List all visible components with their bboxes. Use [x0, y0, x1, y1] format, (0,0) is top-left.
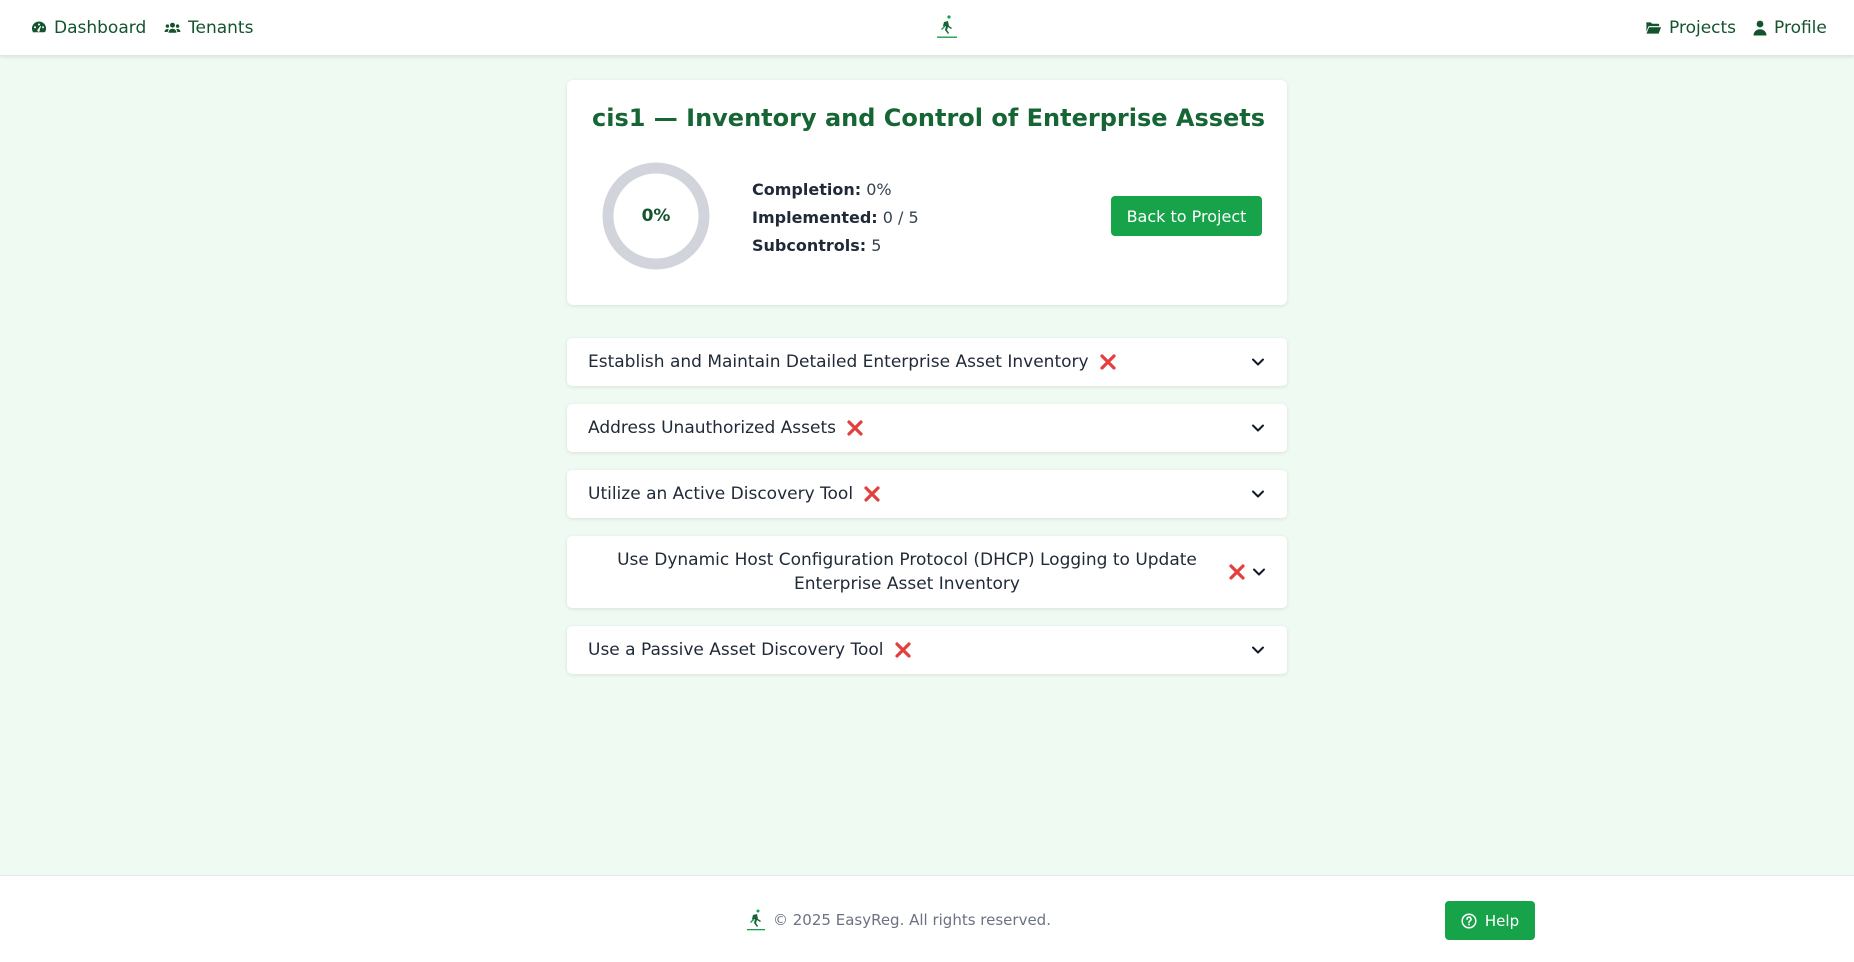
nav-profile-label: Profile [1774, 17, 1827, 38]
user-icon [1753, 20, 1767, 35]
help-label: Help [1484, 911, 1520, 930]
folder-open-icon [1645, 21, 1662, 34]
copyright-text: © 2025 EasyReg. All rights reserved. [773, 911, 1051, 929]
progress-ring-label: 0% [641, 206, 671, 226]
subcontrol-label: Establish and Maintain Detailed Enterpri… [588, 352, 1089, 372]
subcontrol-accordion-item[interactable]: Establish and Maintain Detailed Enterpri… [567, 338, 1287, 386]
help-button[interactable]: Help [1445, 901, 1535, 940]
implemented-stat: Implemented: 0 / 5 [752, 204, 919, 232]
subcontrol-label-row: Establish and Maintain Detailed Enterpri… [588, 338, 1117, 386]
page-title: cis1 — Inventory and Control of Enterpri… [592, 104, 1266, 132]
implemented-key: Implemented: [752, 208, 878, 227]
x-icon [1229, 564, 1245, 580]
chevron-down-icon[interactable] [1252, 565, 1266, 579]
control-stats: Completion: 0% Implemented: 0 / 5 Subcon… [752, 176, 919, 260]
subcontrol-label: Address Unauthorized Assets [588, 418, 836, 438]
x-icon [894, 642, 911, 658]
completion-key: Completion: [752, 180, 862, 199]
dashboard-gauge-icon [31, 20, 47, 32]
subcontrol-label-row: Use a Passive Asset Discovery Tool [588, 626, 912, 674]
subcontrol-label-row: Use Dynamic Host Configuration Protocol … [587, 536, 1227, 608]
x-icon [864, 486, 880, 502]
chevron-down-icon[interactable] [1251, 355, 1265, 369]
subcontrol-accordion-item[interactable]: Use Dynamic Host Configuration Protocol … [567, 536, 1287, 608]
chevron-down-icon[interactable] [1251, 421, 1265, 435]
completion-stat: Completion: 0% [752, 176, 919, 204]
footer: © 2025 EasyReg. All rights reserved. Hel… [0, 875, 1854, 962]
question-circle-icon [1461, 912, 1477, 929]
subcontrol-accordion-item[interactable]: Utilize an Active Discovery Tool [567, 470, 1287, 518]
subcontrol-label: Utilize an Active Discovery Tool [588, 484, 854, 504]
x-icon [1099, 354, 1116, 370]
subcontrol-label: Use a Passive Asset Discovery Tool [588, 640, 884, 660]
back-to-project-button[interactable]: Back to Project [1111, 196, 1262, 236]
implemented-value: 0 / 5 [882, 208, 919, 227]
subcontrol-accordion-item[interactable]: Use a Passive Asset Discovery Tool [567, 626, 1287, 674]
nav-dashboard-link[interactable]: Dashboard [31, 0, 146, 55]
easyreg-logo [747, 909, 765, 931]
nav-projects-link[interactable]: Projects [1645, 0, 1736, 55]
subcontrols-key: Subcontrols: [752, 236, 867, 255]
subcontrol-label: Use Dynamic Host Configuration Protocol … [617, 550, 1197, 594]
control-summary-card: cis1 — Inventory and Control of Enterpri… [567, 80, 1287, 305]
nav-projects-label: Projects [1669, 17, 1737, 38]
users-icon [164, 22, 181, 33]
completion-value: 0% [866, 180, 892, 199]
easyreg-logo[interactable] [935, 14, 959, 40]
subcontrols-value: 5 [871, 236, 882, 255]
chevron-down-icon[interactable] [1251, 487, 1265, 501]
chevron-down-icon[interactable] [1251, 643, 1265, 657]
subcontrol-label-row: Utilize an Active Discovery Tool [588, 470, 881, 518]
subcontrols-stat: Subcontrols: 5 [752, 232, 919, 260]
nav-dashboard-label: Dashboard [54, 17, 147, 38]
subcontrol-accordion-item[interactable]: Address Unauthorized Assets [567, 404, 1287, 452]
nav-tenants-label: Tenants [188, 17, 254, 38]
top-navbar: Dashboard Tenants Projects Profile [0, 0, 1854, 55]
x-icon [847, 420, 863, 436]
nav-profile-link[interactable]: Profile [1753, 0, 1827, 55]
subcontrol-label-row: Address Unauthorized Assets [588, 404, 864, 452]
nav-tenants-link[interactable]: Tenants [164, 0, 253, 55]
